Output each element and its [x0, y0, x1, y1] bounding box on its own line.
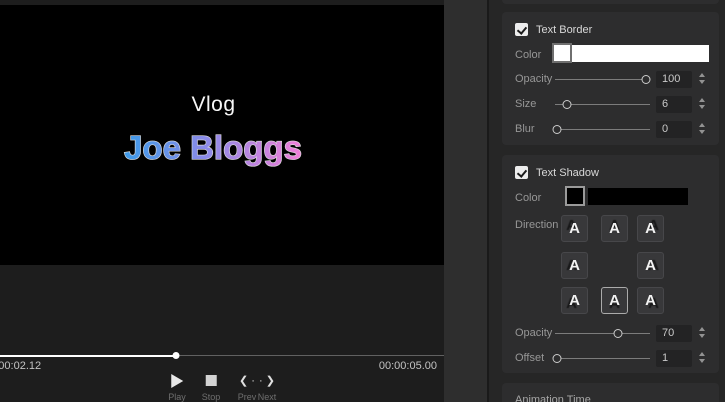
play-icon: [170, 373, 183, 388]
border-blur-label: Blur: [515, 123, 535, 135]
animation-time-card: Animation Time: [502, 383, 719, 402]
slider-track[interactable]: [555, 78, 650, 80]
border-size-input[interactable]: 6: [656, 96, 692, 113]
slider-track[interactable]: [555, 357, 650, 359]
border-blur-stepper[interactable]: [699, 123, 705, 134]
playhead-handle[interactable]: [172, 352, 180, 359]
stepper-down-icon[interactable]: [699, 130, 705, 134]
shadow-opacity-input[interactable]: 70: [656, 325, 692, 342]
border-color-bar[interactable]: [572, 45, 709, 62]
slider-track[interactable]: [555, 332, 650, 334]
card-above-partial: [502, 0, 719, 4]
shadow-color-swatch[interactable]: [565, 186, 585, 206]
border-opacity-slider[interactable]: [555, 71, 651, 87]
stepper-up-icon[interactable]: [699, 123, 705, 127]
next-frame-button[interactable]: · ❯ Next: [258, 373, 277, 402]
border-blur-slider[interactable]: [552, 121, 650, 137]
playback-progress-bar[interactable]: [0, 351, 445, 360]
slider-handle[interactable]: [562, 99, 572, 109]
stepper-up-icon[interactable]: [699, 73, 705, 77]
shadow-direction-up-left-button[interactable]: A: [561, 215, 588, 242]
shadow-color-bar[interactable]: [588, 188, 688, 205]
direction-a-glyph: A: [609, 220, 620, 237]
prev-frame-button[interactable]: ❮ · Prev: [238, 373, 257, 402]
direction-a-glyph: A: [645, 292, 656, 309]
current-time-label: 00:00:02.12: [0, 360, 42, 372]
border-blur-input[interactable]: 0: [656, 121, 692, 138]
shadow-opacity-slider[interactable]: [555, 325, 650, 341]
shadow-direction-up-button[interactable]: A: [601, 215, 628, 242]
shadow-offset-input[interactable]: 1: [656, 350, 692, 367]
border-opacity-stepper[interactable]: [699, 73, 705, 84]
shadow-offset-slider[interactable]: [552, 350, 650, 366]
shadow-direction-right-button[interactable]: A: [637, 252, 664, 279]
text-border-card: Text Border Color Opacity 100 Size 6 Blu…: [502, 12, 719, 145]
stepper-up-icon[interactable]: [699, 327, 705, 331]
stepper-down-icon[interactable]: [699, 105, 705, 109]
border-opacity-input[interactable]: 100: [656, 71, 692, 88]
shadow-direction-down-left-button[interactable]: A: [561, 287, 588, 314]
direction-a-glyph: A: [645, 220, 656, 237]
shadow-opacity-label: Opacity: [515, 327, 553, 339]
direction-a-glyph: A: [569, 220, 580, 237]
stop-button[interactable]: Stop: [201, 373, 221, 402]
direction-a-glyph: A: [569, 292, 580, 309]
text-border-title: Text Border: [536, 23, 593, 36]
slider-track[interactable]: [555, 128, 650, 130]
slider-handle[interactable]: [552, 353, 562, 363]
direction-a-glyph: A: [609, 292, 620, 309]
shadow-opacity-stepper[interactable]: [699, 327, 705, 338]
direction-a-glyph: A: [569, 257, 580, 274]
shadow-offset-label: Offset: [515, 352, 545, 364]
video-preview[interactable]: Vlog Joe Bloggs: [0, 5, 444, 265]
shadow-direction-label: Direction: [515, 219, 559, 231]
text-border-checkbox[interactable]: [515, 23, 528, 36]
slider-handle[interactable]: [552, 124, 562, 134]
text-shadow-title: Text Shadow: [536, 166, 599, 179]
text-shadow-checkbox[interactable]: [515, 166, 528, 179]
play-label: Play: [168, 392, 186, 402]
shadow-offset-stepper[interactable]: [699, 352, 705, 363]
border-opacity-label: Opacity: [515, 73, 553, 85]
stop-label: Stop: [201, 392, 221, 402]
shadow-direction-left-button[interactable]: A: [561, 252, 588, 279]
total-time-label: 00:00:05.00: [378, 360, 437, 372]
shadow-direction-down-right-button[interactable]: A: [637, 287, 664, 314]
border-color-swatch[interactable]: [552, 43, 572, 63]
pane-divider[interactable]: [444, 0, 489, 402]
progress-fill: [0, 354, 176, 357]
play-button[interactable]: Play: [168, 373, 186, 402]
stepper-up-icon[interactable]: [699, 352, 705, 356]
border-size-label: Size: [515, 98, 537, 110]
border-size-slider[interactable]: [555, 96, 650, 112]
prev-icon: ❮ ·: [239, 375, 255, 387]
direction-a-glyph: A: [645, 257, 656, 274]
border-color-label: Color: [515, 49, 542, 61]
slider-handle[interactable]: [641, 74, 651, 84]
shadow-color-label: Color: [515, 192, 542, 204]
next-icon: · ❯: [259, 375, 275, 387]
stepper-up-icon[interactable]: [699, 98, 705, 102]
stepper-down-icon[interactable]: [699, 80, 705, 84]
shadow-direction-down-button-selected[interactable]: A: [601, 287, 628, 314]
prev-label: Prev: [237, 392, 257, 402]
video-text-title: Vlog: [191, 93, 236, 116]
text-shadow-card: Text Shadow Color Direction A A A A A A …: [502, 155, 719, 373]
video-text-subtitle: Joe Bloggs: [123, 128, 302, 166]
video-editor-window: Vlog Joe Bloggs 00:00:02.12 00:00:05.00 …: [0, 0, 725, 402]
svg-text:Joe Bloggs: Joe Bloggs: [124, 129, 302, 166]
next-label: Next: [257, 392, 277, 402]
stepper-down-icon[interactable]: [699, 334, 705, 338]
shadow-direction-up-right-button[interactable]: A: [637, 215, 664, 242]
text-settings-panel: Text Border Color Opacity 100 Size 6 Blu…: [489, 0, 725, 402]
animation-time-title: Animation Time: [515, 394, 591, 402]
slider-handle[interactable]: [613, 328, 623, 338]
stop-icon: [205, 375, 217, 386]
stepper-down-icon[interactable]: [699, 359, 705, 363]
border-size-stepper[interactable]: [699, 98, 705, 109]
